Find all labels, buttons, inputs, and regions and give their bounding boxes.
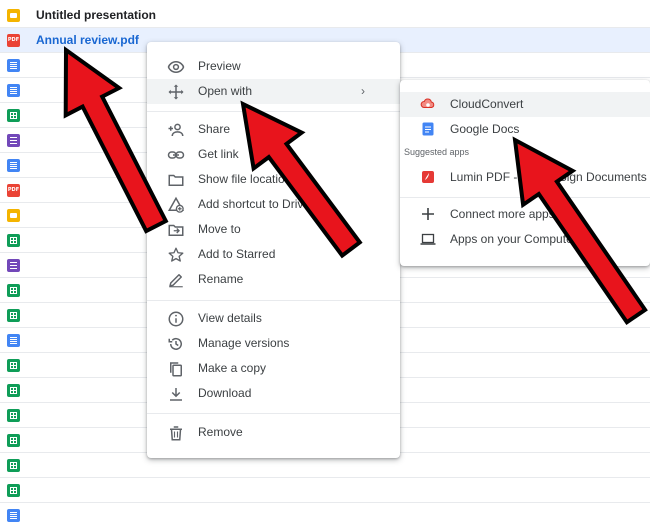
sheets-file-icon	[7, 109, 20, 122]
menu-label-show-file-location: Show file location	[198, 172, 292, 186]
folder-icon	[167, 171, 185, 189]
move-icon	[167, 83, 185, 101]
submenu-item-apps-on-computer[interactable]: Apps on your Computer	[400, 227, 650, 252]
menu-item-open-with[interactable]: Open with ›	[147, 79, 400, 104]
chevron-right-icon: ›	[361, 84, 365, 98]
lumin-pdf-icon	[420, 169, 436, 185]
menu-label-add-to-starred: Add to Starred	[198, 247, 276, 261]
file-row[interactable]	[0, 503, 650, 524]
submenu-item-cloudconvert[interactable]: CloudConvert	[400, 92, 650, 117]
menu-item-share[interactable]: Share	[147, 117, 400, 142]
menu-label-preview: Preview	[198, 59, 241, 73]
menu-divider	[147, 413, 400, 414]
menu-label-make-a-copy: Make a copy	[198, 361, 267, 375]
menu-label-remove: Remove	[198, 425, 243, 439]
file-row[interactable]	[0, 478, 650, 503]
laptop-icon	[420, 231, 436, 247]
submenu-label-apps-on-computer: Apps on your Computer	[450, 232, 577, 246]
sheets-file-icon	[7, 484, 20, 497]
submenu-label-lumin-pdf: Lumin PDF - Edit or Sign Documents	[450, 170, 647, 184]
file-name: Untitled presentation	[36, 8, 157, 22]
submenu-item-lumin-pdf[interactable]: Lumin PDF - Edit or Sign Documents	[400, 165, 650, 190]
menu-item-add-to-starred[interactable]: Add to Starred	[147, 242, 400, 267]
menu-item-view-details[interactable]: View details	[147, 306, 400, 331]
open-with-submenu: CloudConvert Google Docs Suggested apps …	[400, 80, 650, 266]
menu-label-download: Download	[198, 386, 252, 400]
menu-item-add-shortcut[interactable]: Add shortcut to Drive	[147, 192, 400, 217]
sheets-file-icon	[7, 384, 20, 397]
menu-item-get-link[interactable]: Get link	[147, 142, 400, 167]
docs-file-icon	[7, 334, 20, 347]
menu-label-view-details: View details	[198, 311, 262, 325]
slides-file-icon	[7, 209, 20, 222]
submenu-label-connect-more-apps: Connect more apps	[450, 207, 555, 221]
menu-label-rename: Rename	[198, 272, 244, 286]
submenu-item-google-docs[interactable]: Google Docs	[400, 117, 650, 142]
info-icon	[167, 310, 185, 328]
slides-file-icon	[7, 9, 20, 22]
link-icon	[167, 146, 185, 164]
context-menu: Preview Open with › Share Get link Show …	[147, 42, 400, 458]
sheets-file-icon	[7, 234, 20, 247]
cloudconvert-icon	[420, 96, 436, 112]
submenu-divider	[400, 197, 650, 198]
sheets-file-icon	[7, 409, 20, 422]
menu-label-move-to: Move to	[198, 222, 241, 236]
menu-label-get-link: Get link	[198, 147, 239, 161]
suggested-apps-heading: Suggested apps	[404, 147, 470, 157]
move-to-icon	[167, 221, 185, 239]
menu-label-open-with: Open with	[198, 84, 253, 98]
copy-icon	[167, 360, 185, 378]
eye-icon	[167, 58, 185, 76]
menu-item-manage-versions[interactable]: Manage versions	[147, 331, 400, 356]
docs-file-icon	[7, 509, 20, 522]
menu-label-add-shortcut: Add shortcut to Drive	[198, 197, 311, 211]
menu-item-make-a-copy[interactable]: Make a copy	[147, 356, 400, 381]
sheets-file-icon	[7, 284, 20, 297]
menu-item-remove[interactable]: Remove	[147, 420, 400, 445]
menu-item-preview[interactable]: Preview	[147, 54, 400, 79]
pencil-icon	[167, 271, 185, 289]
menu-item-download[interactable]: Download	[147, 381, 400, 406]
submenu-item-connect-more-apps[interactable]: Connect more apps	[400, 202, 650, 227]
forms-file-icon	[7, 134, 20, 147]
shortcut-icon	[167, 196, 185, 214]
docs-file-icon	[7, 59, 20, 72]
menu-label-manage-versions: Manage versions	[198, 336, 290, 350]
docs-file-icon	[7, 159, 20, 172]
menu-item-move-to[interactable]: Move to	[147, 217, 400, 242]
docs-file-icon	[7, 84, 20, 97]
submenu-label-cloudconvert: CloudConvert	[450, 97, 524, 111]
person-add-icon	[167, 121, 185, 139]
forms-file-icon	[7, 259, 20, 272]
download-icon	[167, 385, 185, 403]
trash-icon	[167, 424, 185, 442]
menu-label-share: Share	[198, 122, 231, 136]
google-docs-icon	[420, 121, 436, 137]
sheets-file-icon	[7, 359, 20, 372]
file-row[interactable]: Untitled presentation	[0, 3, 650, 28]
sheets-file-icon	[7, 434, 20, 447]
submenu-label-google-docs: Google Docs	[450, 122, 520, 136]
sheets-file-icon	[7, 459, 20, 472]
pdf-file-icon	[7, 184, 20, 197]
sheets-file-icon	[7, 309, 20, 322]
menu-divider	[147, 111, 400, 112]
pdf-file-icon	[7, 34, 20, 47]
menu-item-show-file-location[interactable]: Show file location	[147, 167, 400, 192]
history-icon	[167, 335, 185, 353]
file-name: Annual review.pdf	[36, 33, 139, 47]
menu-divider	[147, 300, 400, 301]
plus-icon	[420, 206, 436, 222]
menu-item-rename[interactable]: Rename	[147, 267, 400, 292]
star-icon	[167, 246, 185, 264]
